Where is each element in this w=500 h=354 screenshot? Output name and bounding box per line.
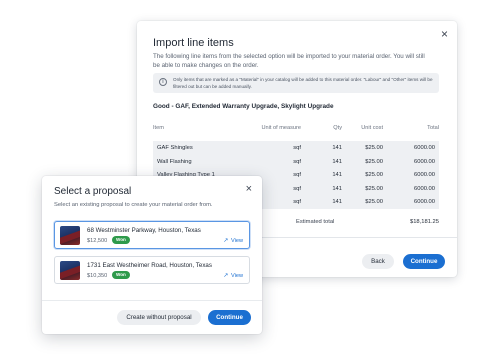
cell-total: 6000.00 (414, 145, 435, 151)
continue-button[interactable]: Continue (403, 254, 445, 269)
table-header: Item Unit of measure Qty Unit cost Total (153, 121, 439, 135)
select-proposal-modal: × Select a proposal Select an existing p… (42, 176, 262, 334)
option-title: Good - GAF, Extended Warranty Upgrade, S… (153, 103, 334, 110)
close-icon[interactable]: × (441, 28, 448, 40)
footer-divider (42, 300, 262, 301)
cell-item: Wall Flashing (157, 158, 192, 165)
cell-total: 6000.00 (414, 158, 435, 165)
cell-unit-cost: $25.00 (365, 158, 383, 165)
external-link-icon: ↗ (223, 238, 229, 244)
table-row: Wall Flashing sqf 141 $25.00 6000.00 (153, 155, 439, 169)
proposal-amount: $10,350 (87, 273, 108, 279)
create-without-proposal-button[interactable]: Create without proposal (117, 310, 201, 325)
modal-title: Select a proposal (54, 186, 132, 197)
cell-uom: sqf (293, 172, 301, 178)
cell-total: 6000.00 (414, 172, 435, 178)
cell-total: 6000.00 (414, 199, 435, 205)
cell-qty: 141 (332, 145, 342, 151)
info-icon: i (159, 78, 167, 86)
cell-uom: sqf (293, 145, 301, 151)
column-header-item: Item (153, 125, 164, 131)
external-link-icon: ↗ (223, 273, 229, 279)
cell-unit-cost: $25.00 (365, 199, 383, 205)
proposal-address: 68 Westminster Parkway, Houston, Texas (87, 227, 201, 234)
modal-description: The following line items from the select… (153, 53, 425, 69)
cell-qty: 141 (332, 185, 342, 192)
view-link[interactable]: ↗ View (223, 237, 243, 244)
house-photo (60, 226, 80, 245)
cell-unit-cost: $25.00 (365, 185, 383, 192)
continue-button[interactable]: Continue (208, 310, 251, 325)
view-label: View (230, 238, 243, 244)
proposal-card[interactable]: 1731 East Westheimer Road, Houston, Texa… (54, 256, 250, 284)
cell-item: GAF Shingles (157, 145, 193, 151)
house-photo (60, 261, 80, 280)
cell-qty: 141 (332, 158, 342, 165)
cell-uom: sqf (293, 185, 301, 192)
status-badge: Won (112, 271, 130, 279)
proposal-card[interactable]: 68 Westminster Parkway, Houston, Texas $… (54, 221, 250, 249)
cell-unit-cost: $25.00 (365, 172, 383, 178)
cell-total: 6000.00 (414, 185, 435, 192)
column-header-unit-cost: Unit cost (361, 125, 383, 131)
table-row: GAF Shingles sqf 141 $25.00 6000.00 (153, 141, 439, 155)
notice-text: Only items that are marked as a "Materia… (173, 77, 433, 89)
modal-title: Import line items (153, 37, 234, 49)
cell-qty: 141 (332, 199, 342, 205)
proposal-address: 1731 East Westheimer Road, Houston, Texa… (87, 262, 212, 269)
back-button[interactable]: Back (362, 254, 394, 269)
column-header-total: Total (427, 125, 439, 131)
cell-unit-cost: $25.00 (365, 145, 383, 151)
status-badge: Won (112, 236, 130, 244)
notice-banner: i Only items that are marked as a "Mater… (153, 73, 439, 93)
view-link[interactable]: ↗ View (223, 272, 243, 279)
column-header-qty: Qty (333, 125, 342, 131)
cell-qty: 141 (332, 172, 342, 178)
close-icon[interactable]: × (246, 183, 252, 195)
cell-uom: sqf (293, 158, 301, 165)
estimated-total-label: Estimated total (296, 219, 335, 225)
modal-subtitle: Select an existing proposal to create yo… (54, 202, 213, 208)
view-label: View (230, 273, 243, 279)
estimated-total-value: $18,181.25 (409, 219, 439, 225)
cell-uom: sqf (293, 199, 301, 205)
proposal-amount: $12,500 (87, 238, 108, 244)
column-header-unit-of-measure: Unit of measure (261, 125, 301, 131)
